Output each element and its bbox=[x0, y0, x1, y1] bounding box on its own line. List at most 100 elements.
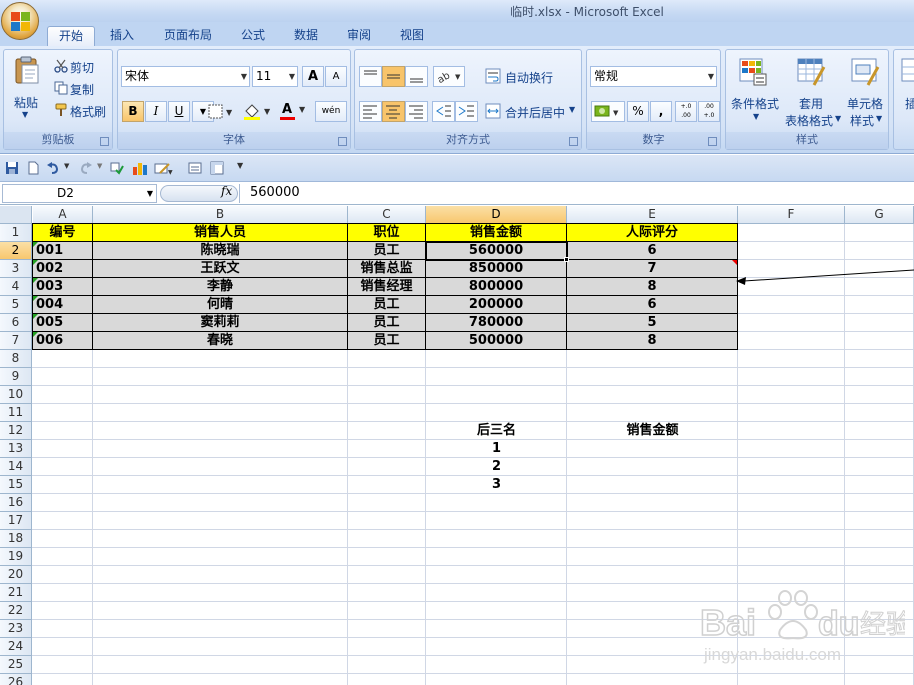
table-cell[interactable]: 004 bbox=[33, 296, 93, 314]
formula-input[interactable]: 560000 bbox=[250, 185, 300, 200]
fill-handle[interactable] bbox=[564, 257, 569, 262]
table-cell[interactable]: 何晴 bbox=[93, 296, 348, 314]
tab-data[interactable]: 数据 bbox=[284, 26, 328, 46]
row-header-22[interactable]: 22 bbox=[0, 602, 32, 620]
bottom-three-label[interactable]: 后三名 bbox=[426, 422, 567, 440]
row-header-7[interactable]: 7 bbox=[0, 332, 32, 350]
row-header-21[interactable]: 21 bbox=[0, 584, 32, 602]
table-cell[interactable]: 员工 bbox=[348, 296, 426, 314]
underline-button[interactable]: U bbox=[168, 101, 190, 122]
table-cell[interactable]: 5 bbox=[567, 314, 738, 332]
form-icon[interactable] bbox=[188, 161, 202, 175]
row-header-3[interactable]: 3 bbox=[0, 260, 32, 278]
row-header-18[interactable]: 18 bbox=[0, 530, 32, 548]
row-header-24[interactable]: 24 bbox=[0, 638, 32, 656]
italic-button[interactable]: I bbox=[145, 101, 167, 122]
number-launcher-icon[interactable] bbox=[708, 137, 717, 146]
table-cell[interactable]: 员工 bbox=[348, 332, 426, 350]
chevron-down-icon[interactable]: ▼ bbox=[289, 67, 295, 86]
table-cell[interactable]: 006 bbox=[33, 332, 93, 350]
format-as-table-line1[interactable]: 套用 bbox=[799, 95, 823, 112]
number-format-combo[interactable]: 常规 ▼ bbox=[590, 66, 717, 87]
table-cell[interactable]: 王跃文 bbox=[93, 260, 348, 278]
chevron-down-icon[interactable]: ▼ bbox=[708, 67, 714, 86]
column-header-b[interactable]: B bbox=[93, 206, 348, 224]
table-header-cell[interactable]: 人际评分 bbox=[567, 224, 738, 242]
chevron-down-icon[interactable]: ▼ bbox=[299, 105, 305, 114]
table-cell[interactable]: 7 bbox=[567, 260, 738, 278]
column-header-d[interactable]: D bbox=[426, 206, 567, 224]
table-cell[interactable]: 8 bbox=[567, 332, 738, 350]
clipboard-launcher-icon[interactable] bbox=[100, 137, 109, 146]
select-all-corner[interactable] bbox=[0, 206, 32, 224]
pivot-icon[interactable] bbox=[210, 161, 224, 175]
row-header-23[interactable]: 23 bbox=[0, 620, 32, 638]
paste-button[interactable]: 粘贴 bbox=[14, 94, 38, 111]
tab-insert[interactable]: 插入 bbox=[100, 26, 144, 46]
chevron-down-icon[interactable]: ▼ bbox=[569, 105, 575, 114]
table-cell[interactable]: 800000 bbox=[426, 278, 567, 296]
insert-button[interactable]: 插 bbox=[905, 95, 914, 112]
chevron-down-icon[interactable]: ▼ bbox=[147, 185, 153, 202]
table-cell[interactable]: 560000 bbox=[426, 242, 567, 260]
phonetic-button[interactable]: wén bbox=[315, 101, 347, 122]
rank-cell[interactable]: 1 bbox=[426, 440, 567, 458]
table-cell[interactable]: 850000 bbox=[426, 260, 567, 278]
table-cell[interactable]: 002 bbox=[33, 260, 93, 278]
row-header-4[interactable]: 4 bbox=[0, 278, 32, 296]
row-header-6[interactable]: 6 bbox=[0, 314, 32, 332]
paste-dropdown-icon[interactable]: ▼ bbox=[22, 110, 28, 119]
row-header-8[interactable]: 8 bbox=[0, 350, 32, 368]
table-cell[interactable]: 780000 bbox=[426, 314, 567, 332]
column-header-g[interactable]: G bbox=[845, 206, 914, 224]
row-header-12[interactable]: 12 bbox=[0, 422, 32, 440]
tab-home[interactable]: 开始 bbox=[47, 26, 95, 46]
conditional-format-button[interactable]: 条件格式 bbox=[731, 95, 779, 112]
column-header-e[interactable]: E bbox=[567, 206, 738, 224]
chevron-down-icon[interactable]: ▼ bbox=[241, 67, 247, 86]
format-as-table-line2[interactable]: 表格格式 bbox=[785, 112, 833, 129]
spelling-icon[interactable] bbox=[110, 161, 124, 175]
conditional-format-icon[interactable] bbox=[738, 57, 768, 87]
cell-styles-line2[interactable]: 样式 bbox=[850, 112, 874, 129]
merge-center-button[interactable]: 合并后居中 bbox=[505, 104, 565, 121]
cell-styles-line1[interactable]: 单元格 bbox=[847, 95, 883, 112]
tab-review[interactable]: 审阅 bbox=[337, 26, 381, 46]
font-color-button[interactable]: A ▼ bbox=[278, 102, 312, 121]
format-as-table-icon[interactable] bbox=[796, 57, 826, 87]
percent-button[interactable]: % bbox=[627, 101, 649, 122]
table-cell[interactable]: 500000 bbox=[426, 332, 567, 350]
row-header-20[interactable]: 20 bbox=[0, 566, 32, 584]
table-header-cell[interactable]: 编号 bbox=[33, 224, 93, 242]
row-header-2[interactable]: 2 bbox=[0, 242, 32, 260]
table-cell[interactable]: 6 bbox=[567, 296, 738, 314]
decrease-decimal-button[interactable]: .00 +.0 bbox=[698, 101, 720, 122]
table-cell[interactable]: 003 bbox=[33, 278, 93, 296]
orientation-icon[interactable]: ab ▼ bbox=[433, 66, 465, 87]
table-cell[interactable]: 销售经理 bbox=[348, 278, 426, 296]
chevron-down-icon[interactable]: ▼ bbox=[876, 114, 882, 123]
table-cell[interactable]: 005 bbox=[33, 314, 93, 332]
paste-icon[interactable] bbox=[12, 55, 42, 85]
drawing-icon[interactable]: ▼ bbox=[154, 161, 174, 175]
table-cell[interactable]: 陈晓瑞 bbox=[93, 242, 348, 260]
comma-button[interactable]: , bbox=[650, 101, 672, 122]
table-cell[interactable]: 001 bbox=[33, 242, 93, 260]
office-button[interactable] bbox=[1, 2, 39, 40]
row-header-9[interactable]: 9 bbox=[0, 368, 32, 386]
cut-button[interactable]: 剪切 bbox=[70, 59, 94, 76]
row-header-5[interactable]: 5 bbox=[0, 296, 32, 314]
chevron-down-icon[interactable]: ▼ bbox=[753, 112, 759, 121]
format-painter-button[interactable]: 格式刷 bbox=[70, 103, 106, 120]
column-header-c[interactable]: C bbox=[348, 206, 426, 224]
font-name-combo[interactable]: 宋体 ▼ bbox=[121, 66, 250, 87]
table-cell[interactable]: 200000 bbox=[426, 296, 567, 314]
tab-view[interactable]: 视图 bbox=[390, 26, 434, 46]
sales-amount-label[interactable]: 销售金额 bbox=[567, 422, 738, 440]
table-cell[interactable]: 销售总监 bbox=[348, 260, 426, 278]
table-header-cell[interactable]: 职位 bbox=[348, 224, 426, 242]
table-cell[interactable]: 员工 bbox=[348, 242, 426, 260]
row-header-11[interactable]: 11 bbox=[0, 404, 32, 422]
row-header-15[interactable]: 15 bbox=[0, 476, 32, 494]
row-header-17[interactable]: 17 bbox=[0, 512, 32, 530]
